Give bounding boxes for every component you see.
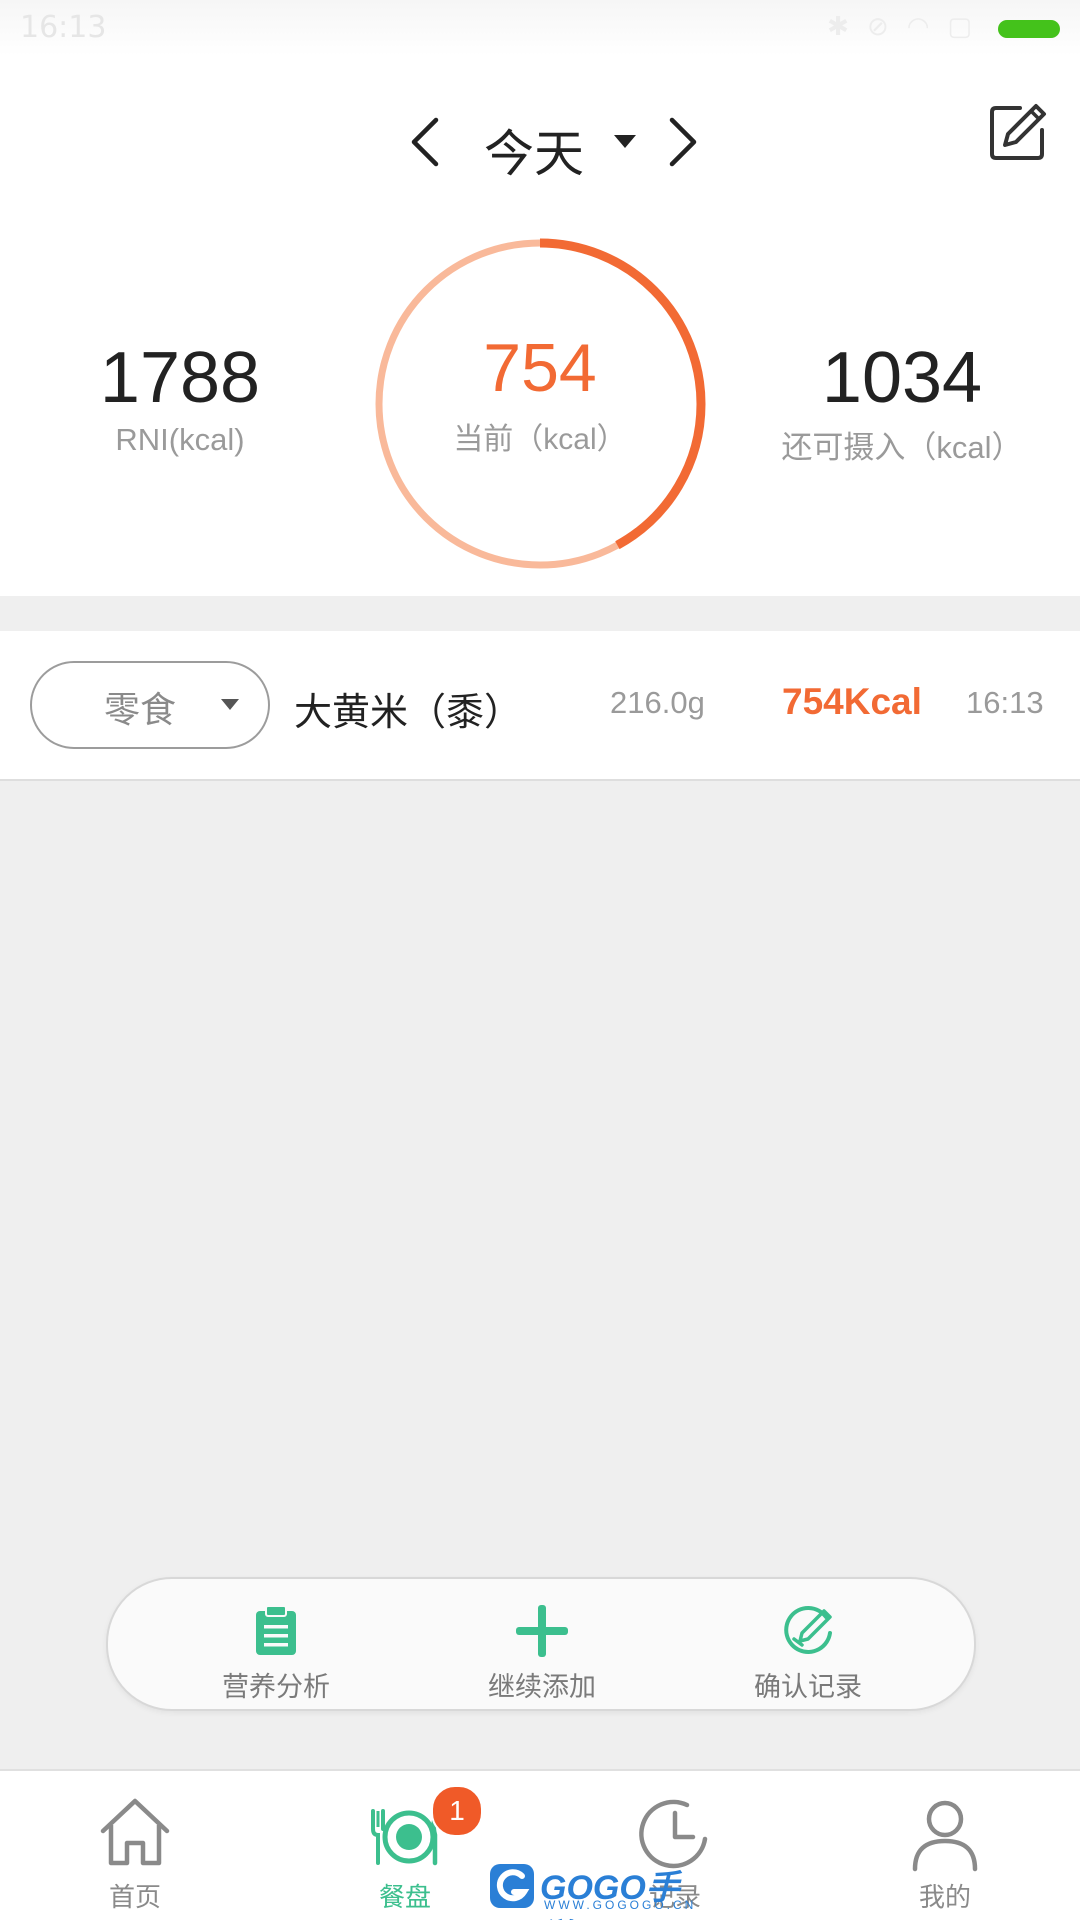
food-name: 大黄米（黍） xyxy=(294,690,523,734)
food-time: 16:13 xyxy=(966,685,1044,720)
tab-plate-label: 餐盘 xyxy=(378,1883,431,1913)
tab-home[interactable]: 首页 xyxy=(25,1771,245,1920)
sim-icon: ▢ xyxy=(947,12,990,42)
status-bar: 16:13 ✱⊘◠▢ xyxy=(0,0,1080,56)
caret-down-icon xyxy=(221,699,239,710)
watermark-sub: WWW.GOGOGO.CN xyxy=(544,1898,697,1912)
remaining-stat: 1034 还可摄入（kcal） xyxy=(762,338,1042,467)
date-nav: 今天 xyxy=(0,102,1080,183)
remaining-value: 1034 xyxy=(821,338,983,418)
nutrition-analysis-button[interactable]: 营养分析 xyxy=(176,1579,376,1709)
chevron-left-icon xyxy=(411,117,439,167)
next-day-button[interactable] xyxy=(652,112,712,172)
watermark-logo-icon xyxy=(490,1864,534,1908)
mute-icon: ⊘ xyxy=(866,12,907,42)
tab-me-label: 我的 xyxy=(918,1883,971,1913)
prev-day-button[interactable] xyxy=(396,112,456,172)
watermark: GOGO手游网 WWW.GOGOGO.CN xyxy=(488,1858,708,1920)
continue-add-label: 继续添加 xyxy=(488,1672,596,1703)
status-icons: ✱⊘◠▢ xyxy=(827,12,990,42)
rni-label: RNI(kcal) xyxy=(115,422,245,457)
plate-count-badge: 1 xyxy=(431,1785,483,1837)
food-kcal: 754Kcal xyxy=(782,681,922,722)
tab-me[interactable]: 我的 xyxy=(835,1771,1055,1920)
clipboard-icon xyxy=(256,1605,296,1655)
status-time: 16:13 xyxy=(20,10,107,45)
food-weight: 216.0g xyxy=(610,685,705,720)
remaining-label: 还可摄入（kcal） xyxy=(781,430,1023,465)
wifi-icon: ◠ xyxy=(906,12,948,42)
confirm-pen-icon xyxy=(784,1606,832,1654)
battery-icon xyxy=(998,20,1060,38)
bluetooth-icon: ✱ xyxy=(827,12,867,42)
confirm-record-button[interactable]: 确认记录 xyxy=(708,1579,908,1709)
person-icon xyxy=(912,1800,978,1872)
ring-center: 754 当前（kcal） xyxy=(370,330,710,458)
action-bar: 营养分析 继续添加 确认记录 xyxy=(106,1577,976,1711)
calorie-ring: 754 当前（kcal） xyxy=(370,234,710,574)
continue-add-button[interactable]: 继续添加 xyxy=(442,1579,642,1709)
tab-plate[interactable]: 1 餐盘 xyxy=(295,1771,515,1920)
meal-type-select[interactable]: 零食 xyxy=(30,661,270,749)
list-item[interactable]: 零食 大黄米（黍） 216.0g 754Kcal 16:13 xyxy=(0,631,1080,781)
current-kcal-value: 754 xyxy=(483,330,597,406)
plus-icon xyxy=(516,1605,568,1657)
screen: 16:13 ✱⊘◠▢ 今天 1788 RNI(kcal) 754 当前（kcal… xyxy=(0,0,1080,1920)
meal-type-label: 零食 xyxy=(104,690,177,731)
home-icon xyxy=(100,1798,170,1866)
caret-down-icon[interactable] xyxy=(612,132,638,152)
date-title[interactable]: 今天 xyxy=(484,114,584,186)
rni-stat: 1788 RNI(kcal) xyxy=(80,338,280,458)
nutrition-analysis-label: 营养分析 xyxy=(222,1672,330,1703)
tab-home-label: 首页 xyxy=(108,1883,161,1913)
rni-value: 1788 xyxy=(99,338,261,418)
chevron-right-icon xyxy=(669,117,697,167)
confirm-record-label: 确认记录 xyxy=(754,1672,862,1703)
summary-header: 今天 1788 RNI(kcal) 754 当前（kcal） 1034 还可摄入… xyxy=(0,56,1080,596)
edit-icon xyxy=(990,104,1046,160)
current-kcal-label: 当前（kcal） xyxy=(453,423,627,456)
edit-button[interactable] xyxy=(986,102,1048,164)
